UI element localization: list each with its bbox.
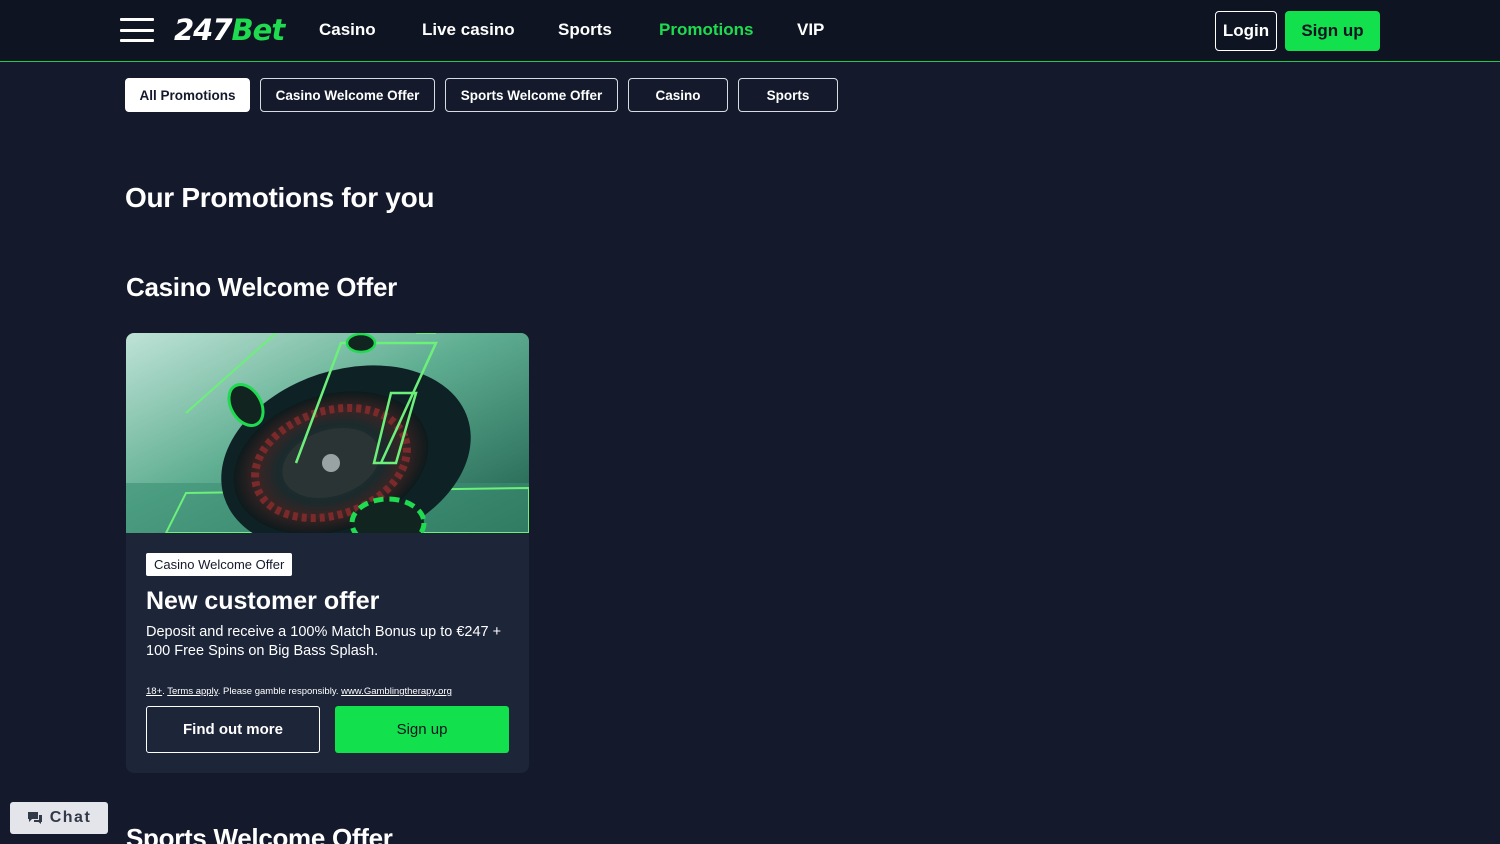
- nav-item-casino[interactable]: Casino: [319, 20, 376, 40]
- page-title: Our Promotions for you: [125, 182, 435, 213]
- section-title-casino-welcome: Casino Welcome Offer: [126, 272, 397, 302]
- section-title-sports-welcome: Sports Welcome Offer: [126, 823, 393, 844]
- filter-casino[interactable]: Casino: [628, 78, 728, 112]
- login-button[interactable]: Login: [1215, 11, 1277, 51]
- terms-apply-link[interactable]: Terms apply: [167, 686, 218, 697]
- top-navigation-bar: 247Bet Casino Live casino Sports Promoti…: [0, 0, 1500, 62]
- offer-legal-text: 18+. Terms apply. Please gamble responsi…: [146, 686, 452, 697]
- chat-button[interactable]: Chat: [10, 802, 108, 834]
- age-restriction-link[interactable]: 18+: [146, 686, 162, 697]
- signup-button[interactable]: Sign up: [1285, 11, 1380, 51]
- menu-icon[interactable]: [120, 18, 154, 42]
- roulette-promo-image: [126, 333, 529, 533]
- nav-item-sports[interactable]: Sports: [558, 20, 612, 40]
- find-out-more-button[interactable]: Find out more: [146, 706, 320, 753]
- filter-casino-welcome-offer[interactable]: Casino Welcome Offer: [260, 78, 435, 112]
- nav-item-live-casino[interactable]: Live casino: [422, 20, 515, 40]
- logo-number: 247: [174, 13, 233, 47]
- filter-sports[interactable]: Sports: [738, 78, 838, 112]
- nav-item-vip[interactable]: VIP: [797, 20, 824, 40]
- offer-title: New customer offer: [146, 587, 380, 615]
- chat-bubble-icon: [27, 812, 42, 824]
- nav-item-promotions[interactable]: Promotions: [659, 20, 753, 40]
- responsible-gambling-text: . Please gamble responsibly.: [217, 686, 339, 697]
- logo-word: Bet: [231, 13, 286, 47]
- filter-sports-welcome-offer[interactable]: Sports Welcome Offer: [445, 78, 618, 112]
- promo-card: Casino Welcome Offer New customer offer …: [126, 333, 529, 773]
- filter-all-promotions[interactable]: All Promotions: [125, 78, 250, 112]
- gambling-therapy-link[interactable]: www.Gamblingtherapy.org: [341, 686, 452, 697]
- card-signup-button[interactable]: Sign up: [335, 706, 509, 753]
- offer-description: Deposit and receive a 100% Match Bonus u…: [146, 624, 502, 659]
- legal-separator: .: [162, 686, 165, 697]
- site-logo[interactable]: 247Bet: [174, 12, 286, 48]
- offer-category-tag: Casino Welcome Offer: [146, 553, 293, 576]
- chat-label: Chat: [49, 809, 92, 826]
